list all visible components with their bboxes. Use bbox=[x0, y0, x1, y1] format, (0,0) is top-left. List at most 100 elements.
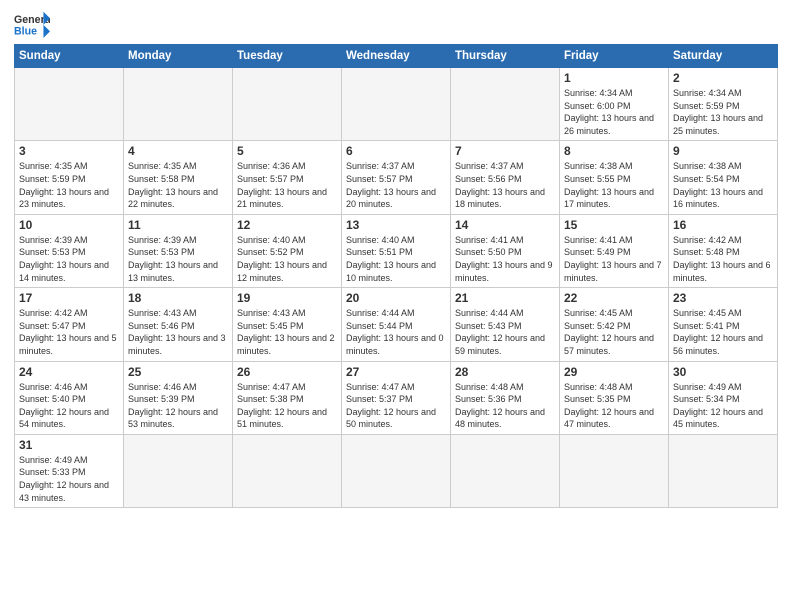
calendar-cell: 24 Sunrise: 4:46 AM Sunset: 5:40 PM Dayli… bbox=[15, 361, 124, 434]
day-info: Sunrise: 4:39 AM Sunset: 5:53 PM Dayligh… bbox=[128, 234, 228, 284]
day-number: 19 bbox=[237, 291, 337, 305]
calendar-cell bbox=[342, 68, 451, 141]
day-number: 27 bbox=[346, 365, 446, 379]
day-info: Sunrise: 4:41 AM Sunset: 5:49 PM Dayligh… bbox=[564, 234, 664, 284]
day-info: Sunrise: 4:48 AM Sunset: 5:35 PM Dayligh… bbox=[564, 381, 664, 431]
day-number: 22 bbox=[564, 291, 664, 305]
weekday-header-thursday: Thursday bbox=[451, 45, 560, 68]
day-info: Sunrise: 4:43 AM Sunset: 5:46 PM Dayligh… bbox=[128, 307, 228, 357]
calendar-cell bbox=[15, 68, 124, 141]
day-info: Sunrise: 4:35 AM Sunset: 5:59 PM Dayligh… bbox=[19, 160, 119, 210]
day-number: 16 bbox=[673, 218, 773, 232]
calendar-cell: 3 Sunrise: 4:35 AM Sunset: 5:59 PM Daylig… bbox=[15, 141, 124, 214]
calendar-cell: 18 Sunrise: 4:43 AM Sunset: 5:46 PM Dayli… bbox=[124, 288, 233, 361]
calendar-cell bbox=[124, 68, 233, 141]
calendar-cell: 19 Sunrise: 4:43 AM Sunset: 5:45 PM Dayli… bbox=[233, 288, 342, 361]
day-info: Sunrise: 4:42 AM Sunset: 5:47 PM Dayligh… bbox=[19, 307, 119, 357]
svg-text:Blue: Blue bbox=[14, 26, 37, 38]
calendar-cell bbox=[451, 68, 560, 141]
day-number: 10 bbox=[19, 218, 119, 232]
day-info: Sunrise: 4:38 AM Sunset: 5:55 PM Dayligh… bbox=[564, 160, 664, 210]
day-number: 1 bbox=[564, 71, 664, 85]
day-number: 17 bbox=[19, 291, 119, 305]
day-info: Sunrise: 4:41 AM Sunset: 5:50 PM Dayligh… bbox=[455, 234, 555, 284]
day-number: 25 bbox=[128, 365, 228, 379]
calendar-cell: 10 Sunrise: 4:39 AM Sunset: 5:53 PM Dayli… bbox=[15, 214, 124, 287]
calendar-cell: 27 Sunrise: 4:47 AM Sunset: 5:37 PM Dayli… bbox=[342, 361, 451, 434]
calendar-cell bbox=[669, 434, 778, 507]
calendar-cell: 28Sunrise: 4:48 AM Sunset: 5:36 PM Dayli… bbox=[451, 361, 560, 434]
calendar-cell: 26 Sunrise: 4:47 AM Sunset: 5:38 PM Dayli… bbox=[233, 361, 342, 434]
calendar-cell: 8 Sunrise: 4:38 AM Sunset: 5:55 PM Daylig… bbox=[560, 141, 669, 214]
weekday-header-row: SundayMondayTuesdayWednesdayThursdayFrid… bbox=[15, 45, 778, 68]
day-number: 11 bbox=[128, 218, 228, 232]
weekday-header-saturday: Saturday bbox=[669, 45, 778, 68]
day-info: Sunrise: 4:49 AM Sunset: 5:33 PM Dayligh… bbox=[19, 454, 119, 504]
calendar-cell: 22 Sunrise: 4:45 AM Sunset: 5:42 PM Dayli… bbox=[560, 288, 669, 361]
day-info: Sunrise: 4:37 AM Sunset: 5:56 PM Dayligh… bbox=[455, 160, 555, 210]
week-row-1: 1 Sunrise: 4:34 AM Sunset: 6:00 PM Daylig… bbox=[15, 68, 778, 141]
day-number: 8 bbox=[564, 144, 664, 158]
day-info: Sunrise: 4:34 AM Sunset: 6:00 PM Dayligh… bbox=[564, 87, 664, 137]
calendar-cell: 5 Sunrise: 4:36 AM Sunset: 5:57 PM Daylig… bbox=[233, 141, 342, 214]
weekday-header-tuesday: Tuesday bbox=[233, 45, 342, 68]
day-info: Sunrise: 4:36 AM Sunset: 5:57 PM Dayligh… bbox=[237, 160, 337, 210]
day-number: 31 bbox=[19, 438, 119, 452]
week-row-4: 17 Sunrise: 4:42 AM Sunset: 5:47 PM Dayli… bbox=[15, 288, 778, 361]
calendar-cell: 12Sunrise: 4:40 AM Sunset: 5:52 PM Dayli… bbox=[233, 214, 342, 287]
day-number: 30 bbox=[673, 365, 773, 379]
calendar-cell: 14Sunrise: 4:41 AM Sunset: 5:50 PM Dayli… bbox=[451, 214, 560, 287]
day-number: 18 bbox=[128, 291, 228, 305]
day-number: 29 bbox=[564, 365, 664, 379]
calendar-cell: 21Sunrise: 4:44 AM Sunset: 5:43 PM Dayli… bbox=[451, 288, 560, 361]
calendar-cell: 7 Sunrise: 4:37 AM Sunset: 5:56 PM Daylig… bbox=[451, 141, 560, 214]
weekday-header-friday: Friday bbox=[560, 45, 669, 68]
day-number: 3 bbox=[19, 144, 119, 158]
day-number: 13 bbox=[346, 218, 446, 232]
day-info: Sunrise: 4:42 AM Sunset: 5:48 PM Dayligh… bbox=[673, 234, 773, 284]
day-info: Sunrise: 4:37 AM Sunset: 5:57 PM Dayligh… bbox=[346, 160, 446, 210]
logo: General Blue bbox=[14, 10, 50, 38]
week-row-5: 24 Sunrise: 4:46 AM Sunset: 5:40 PM Dayli… bbox=[15, 361, 778, 434]
day-number: 26 bbox=[237, 365, 337, 379]
calendar-cell: 1 Sunrise: 4:34 AM Sunset: 6:00 PM Daylig… bbox=[560, 68, 669, 141]
day-number: 2 bbox=[673, 71, 773, 85]
day-info: Sunrise: 4:47 AM Sunset: 5:37 PM Dayligh… bbox=[346, 381, 446, 431]
calendar-cell: 11 Sunrise: 4:39 AM Sunset: 5:53 PM Dayli… bbox=[124, 214, 233, 287]
weekday-header-sunday: Sunday bbox=[15, 45, 124, 68]
day-number: 9 bbox=[673, 144, 773, 158]
day-info: Sunrise: 4:35 AM Sunset: 5:58 PM Dayligh… bbox=[128, 160, 228, 210]
week-row-6: 31 Sunrise: 4:49 AM Sunset: 5:33 PM Dayli… bbox=[15, 434, 778, 507]
calendar-cell bbox=[451, 434, 560, 507]
calendar-cell bbox=[233, 434, 342, 507]
day-info: Sunrise: 4:39 AM Sunset: 5:53 PM Dayligh… bbox=[19, 234, 119, 284]
day-info: Sunrise: 4:46 AM Sunset: 5:40 PM Dayligh… bbox=[19, 381, 119, 431]
calendar-cell: 25 Sunrise: 4:46 AM Sunset: 5:39 PM Dayli… bbox=[124, 361, 233, 434]
day-number: 15 bbox=[564, 218, 664, 232]
generalblue-logo-icon: General Blue bbox=[14, 10, 50, 38]
calendar-cell bbox=[233, 68, 342, 141]
calendar-cell: 15 Sunrise: 4:41 AM Sunset: 5:49 PM Dayli… bbox=[560, 214, 669, 287]
day-info: Sunrise: 4:44 AM Sunset: 5:43 PM Dayligh… bbox=[455, 307, 555, 357]
day-number: 5 bbox=[237, 144, 337, 158]
calendar-cell: 29 Sunrise: 4:48 AM Sunset: 5:35 PM Dayli… bbox=[560, 361, 669, 434]
calendar-cell: 20Sunrise: 4:44 AM Sunset: 5:44 PM Dayli… bbox=[342, 288, 451, 361]
day-info: Sunrise: 4:47 AM Sunset: 5:38 PM Dayligh… bbox=[237, 381, 337, 431]
day-info: Sunrise: 4:40 AM Sunset: 5:51 PM Dayligh… bbox=[346, 234, 446, 284]
day-info: Sunrise: 4:38 AM Sunset: 5:54 PM Dayligh… bbox=[673, 160, 773, 210]
day-info: Sunrise: 4:43 AM Sunset: 5:45 PM Dayligh… bbox=[237, 307, 337, 357]
calendar-cell: 23Sunrise: 4:45 AM Sunset: 5:41 PM Dayli… bbox=[669, 288, 778, 361]
calendar-cell: 31 Sunrise: 4:49 AM Sunset: 5:33 PM Dayli… bbox=[15, 434, 124, 507]
calendar-cell: 30Sunrise: 4:49 AM Sunset: 5:34 PM Dayli… bbox=[669, 361, 778, 434]
calendar-cell: 13 Sunrise: 4:40 AM Sunset: 5:51 PM Dayli… bbox=[342, 214, 451, 287]
calendar-cell bbox=[124, 434, 233, 507]
day-info: Sunrise: 4:46 AM Sunset: 5:39 PM Dayligh… bbox=[128, 381, 228, 431]
day-info: Sunrise: 4:40 AM Sunset: 5:52 PM Dayligh… bbox=[237, 234, 337, 284]
calendar: SundayMondayTuesdayWednesdayThursdayFrid… bbox=[14, 44, 778, 508]
calendar-cell bbox=[560, 434, 669, 507]
day-info: Sunrise: 4:44 AM Sunset: 5:44 PM Dayligh… bbox=[346, 307, 446, 357]
day-number: 23 bbox=[673, 291, 773, 305]
day-number: 24 bbox=[19, 365, 119, 379]
day-number: 7 bbox=[455, 144, 555, 158]
day-info: Sunrise: 4:45 AM Sunset: 5:42 PM Dayligh… bbox=[564, 307, 664, 357]
